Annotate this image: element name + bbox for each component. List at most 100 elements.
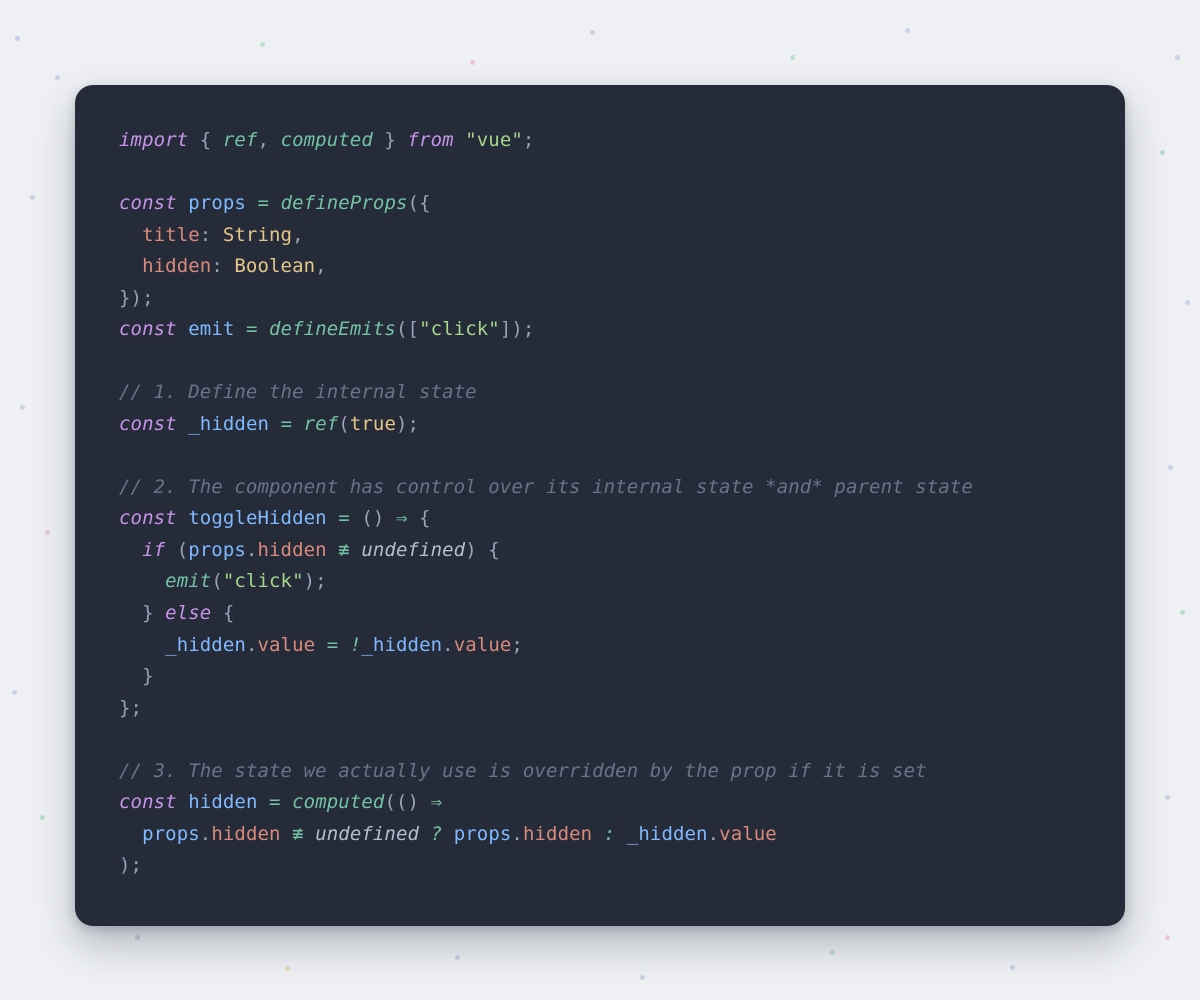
code-token: undefined xyxy=(315,823,419,845)
confetti-dot xyxy=(15,36,20,41)
code-line xyxy=(119,444,131,466)
code-line xyxy=(119,728,131,750)
code-token xyxy=(177,507,189,529)
code-token: computed xyxy=(281,129,373,151)
code-token: hidden xyxy=(211,823,280,845)
confetti-dot xyxy=(40,815,45,820)
code-token: ⇒ xyxy=(431,791,443,813)
code-token: : xyxy=(211,255,234,277)
code-line: } else { xyxy=(119,602,234,624)
confetti-dot xyxy=(640,975,645,980)
code-token: Boolean xyxy=(234,255,315,277)
code-line: // 1. Define the internal state xyxy=(119,381,477,403)
code-token: props xyxy=(454,823,512,845)
code-token xyxy=(234,318,246,340)
code-token xyxy=(281,823,293,845)
code-token: } xyxy=(373,129,408,151)
code-token: const xyxy=(119,413,177,435)
code-token: } xyxy=(119,602,165,624)
code-line: const emit = defineEmits(["click"]); xyxy=(119,318,534,340)
code-token: , xyxy=(292,224,304,246)
code-token: ( xyxy=(211,570,223,592)
code-token: . xyxy=(246,634,258,656)
confetti-dot xyxy=(1185,300,1190,305)
confetti-dot xyxy=(135,935,140,940)
code-token: String xyxy=(223,224,292,246)
code-line: const _hidden = ref(true); xyxy=(119,413,419,435)
code-token: ({ xyxy=(408,192,431,214)
code-token: defineEmits xyxy=(269,318,396,340)
code-token: emit xyxy=(165,570,211,592)
code-token: ⇒ xyxy=(396,507,408,529)
confetti-dot xyxy=(455,955,460,960)
code-token: ≢ xyxy=(338,539,350,561)
confetti-dot xyxy=(590,30,595,35)
code-token: props xyxy=(188,539,246,561)
code-token xyxy=(419,823,431,845)
code-token xyxy=(292,413,304,435)
code-token xyxy=(119,255,142,277)
code-token: }; xyxy=(119,697,142,719)
code-token: // 2. The component has control over its… xyxy=(119,476,973,498)
code-token: import xyxy=(119,129,188,151)
code-token: . xyxy=(511,823,523,845)
code-token: "click" xyxy=(223,570,304,592)
code-token xyxy=(281,791,293,813)
code-token: ( xyxy=(165,539,188,561)
code-token xyxy=(177,413,189,435)
code-token xyxy=(442,823,454,845)
confetti-dot xyxy=(30,195,35,200)
code-token: { xyxy=(408,507,431,529)
code-line xyxy=(119,161,131,183)
code-token: _hidden xyxy=(188,413,269,435)
code-token: // 1. Define the internal state xyxy=(119,381,477,403)
code-token: }); xyxy=(119,287,154,309)
code-token: { xyxy=(188,129,223,151)
confetti-dot xyxy=(1165,935,1170,940)
confetti-dot xyxy=(20,405,25,410)
code-line: _hidden.value = !_hidden.value; xyxy=(119,634,523,656)
code-token: = xyxy=(246,318,258,340)
confetti-dot xyxy=(830,950,835,955)
code-token: ( xyxy=(338,413,350,435)
code-token xyxy=(177,318,189,340)
code-token: const xyxy=(119,507,177,529)
code-line: const props = defineProps({ xyxy=(119,192,431,214)
code-token: ; xyxy=(511,634,523,656)
code-block: import { ref, computed } from "vue"; con… xyxy=(119,125,1085,882)
code-token: const xyxy=(119,791,177,813)
code-token: , xyxy=(315,255,327,277)
confetti-dot xyxy=(55,75,60,80)
code-token xyxy=(350,539,362,561)
code-line xyxy=(119,350,131,372)
code-line: const toggleHidden = () ⇒ { xyxy=(119,507,431,529)
code-token xyxy=(246,192,258,214)
code-token: = xyxy=(269,791,281,813)
code-token: ! xyxy=(350,634,362,656)
code-line: import { ref, computed } from "vue"; xyxy=(119,129,534,151)
code-token: toggleHidden xyxy=(188,507,326,529)
code-line: // 3. The state we actually use is overr… xyxy=(119,760,927,782)
code-token: ); xyxy=(119,854,142,876)
code-token: // 3. The state we actually use is overr… xyxy=(119,760,927,782)
code-token: ref xyxy=(223,129,258,151)
code-token xyxy=(258,318,270,340)
code-token xyxy=(257,791,269,813)
confetti-dot xyxy=(790,55,795,60)
confetti-dot xyxy=(905,28,910,33)
code-token: title xyxy=(142,224,200,246)
code-token: const xyxy=(119,318,177,340)
code-token xyxy=(592,823,604,845)
code-token xyxy=(177,192,189,214)
code-token: . xyxy=(246,539,258,561)
code-token: = xyxy=(327,634,339,656)
code-token: } xyxy=(119,665,154,687)
code-line: ); xyxy=(119,854,142,876)
code-token: = xyxy=(338,507,350,529)
code-token xyxy=(269,413,281,435)
confetti-dot xyxy=(1180,610,1185,615)
code-token: . xyxy=(708,823,720,845)
code-line: hidden: Boolean, xyxy=(119,255,327,277)
code-token xyxy=(119,570,165,592)
code-token: _hidden xyxy=(627,823,708,845)
